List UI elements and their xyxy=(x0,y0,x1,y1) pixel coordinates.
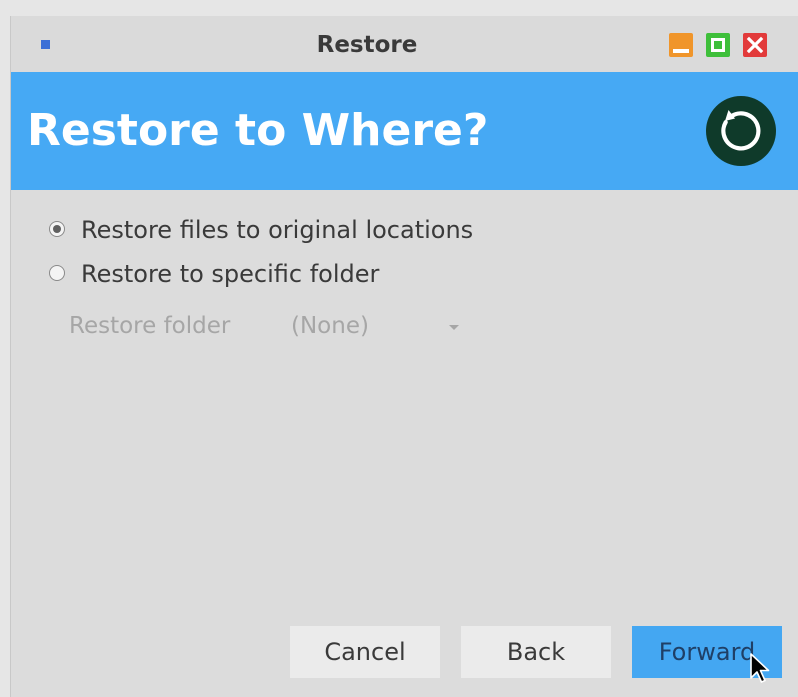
restore-window: Restore Restore to Where? Restore files … xyxy=(10,16,798,697)
close-button[interactable] xyxy=(743,33,767,57)
maximize-button[interactable] xyxy=(706,33,730,57)
close-icon xyxy=(746,36,764,54)
restore-folder-label: Restore folder xyxy=(69,313,231,339)
chevron-down-icon xyxy=(449,325,459,330)
window-title: Restore xyxy=(316,32,418,58)
title-bar[interactable]: Restore xyxy=(11,16,798,72)
restore-folder-select: (None) xyxy=(291,313,369,339)
back-button[interactable]: Back xyxy=(461,626,611,678)
option-label: Restore files to original locations xyxy=(81,216,474,244)
header-banner: Restore to Where? xyxy=(11,72,798,190)
radio-original-locations[interactable] xyxy=(49,221,65,237)
forward-button[interactable]: Forward xyxy=(632,626,782,678)
radio-specific-folder[interactable] xyxy=(49,265,65,281)
maximize-icon xyxy=(711,38,725,52)
cancel-button[interactable]: Cancel xyxy=(290,626,440,678)
option-label: Restore to specific folder xyxy=(81,260,380,288)
minimize-icon xyxy=(673,49,689,53)
restore-icon xyxy=(706,96,776,166)
minimize-button[interactable] xyxy=(669,33,693,57)
page-heading: Restore to Where? xyxy=(27,105,489,156)
